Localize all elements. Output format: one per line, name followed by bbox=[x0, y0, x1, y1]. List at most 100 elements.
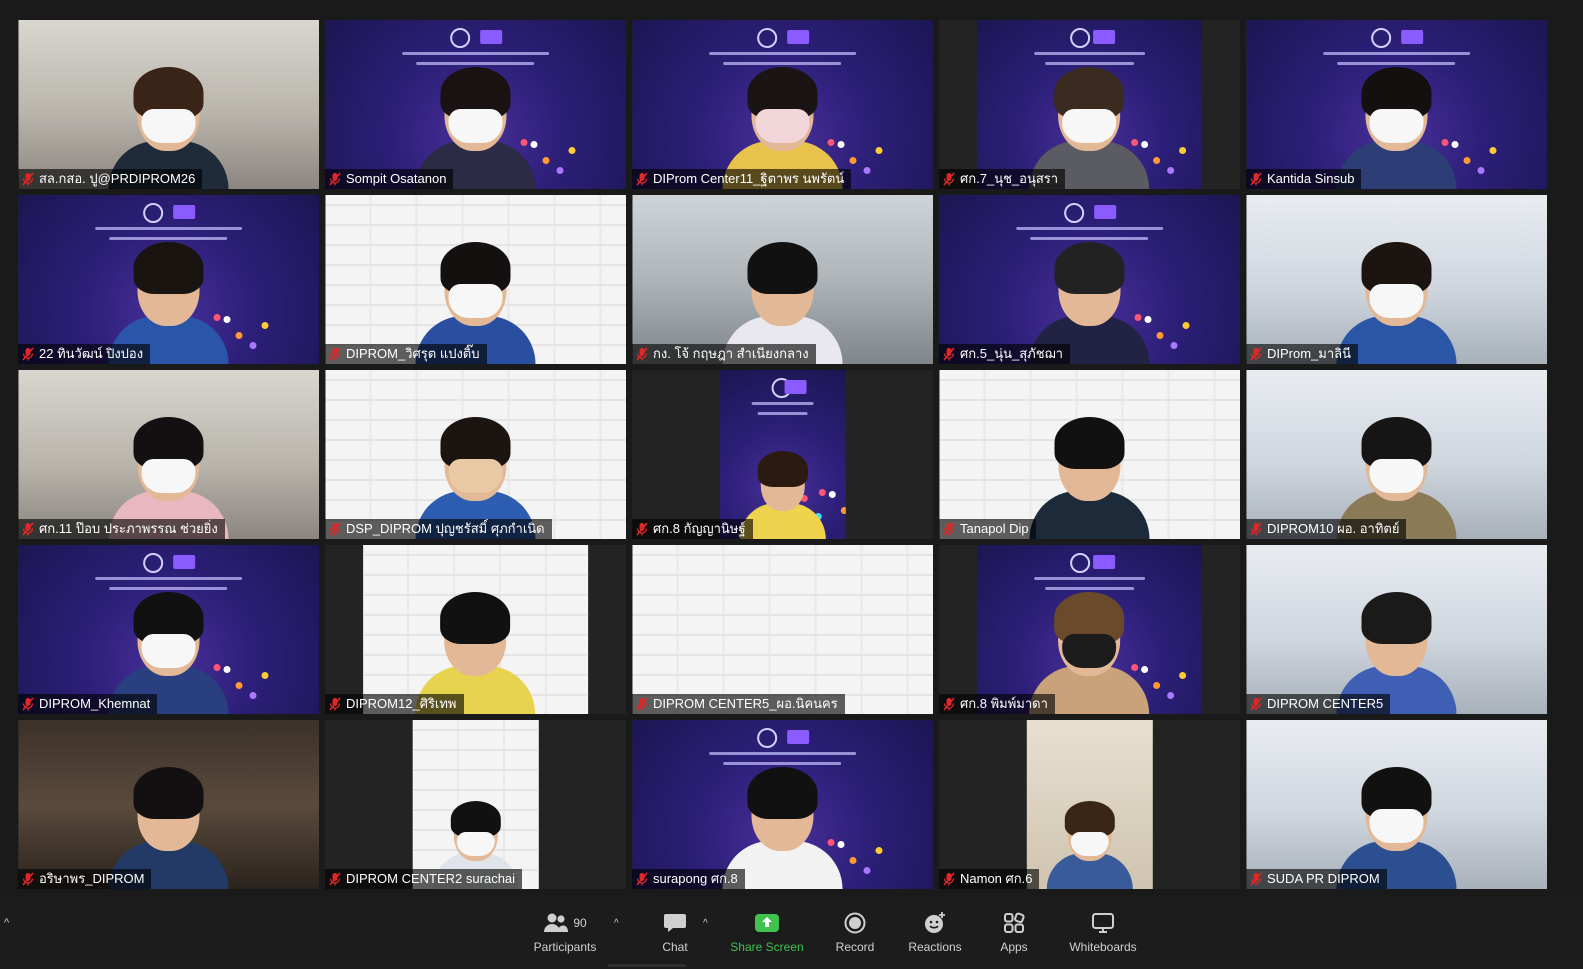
participant-nameplate: Tanapol Dip bbox=[939, 519, 1036, 539]
video-feed bbox=[976, 545, 1203, 714]
participant-video-tile[interactable]: DIPROM CENTER5 bbox=[1246, 545, 1547, 714]
participant-name: DIPROM12_ศิริเทพ bbox=[346, 696, 457, 711]
video-feed bbox=[632, 720, 933, 889]
participant-video-tile[interactable]: DIPROM_Khemnat bbox=[18, 545, 319, 714]
participant-nameplate: สล.กสอ. ปู@PRDIPROM26 bbox=[18, 169, 203, 189]
participant-name: DIPROM CENTER2 surachai bbox=[346, 871, 516, 886]
participant-nameplate: DIPROM12_ศิริเทพ bbox=[325, 694, 464, 714]
participant-video-tile[interactable]: DIProm Center11_ฐิตาพร นพรัตน์ bbox=[632, 20, 933, 189]
participant-nameplate: surapong ศก.8 bbox=[632, 869, 745, 889]
video-feed bbox=[719, 370, 846, 539]
participant-name: Namon ศก.6 bbox=[960, 871, 1033, 886]
participant-name: Sompit Osatanon bbox=[346, 171, 447, 186]
participant-video-tile[interactable]: ศก.8 พิมพ์มาดา bbox=[939, 545, 1240, 714]
participants-label: Participants bbox=[533, 940, 597, 954]
participant-name: 22 ทินวัฒน์ ปิงปอง bbox=[39, 346, 144, 361]
whiteboards-button[interactable]: Whiteboards bbox=[1058, 910, 1148, 954]
participant-name: DIPROM10 ผอ. อาทิตย์ bbox=[1267, 521, 1400, 536]
video-feed bbox=[325, 370, 626, 539]
participant-video-tile[interactable]: ศก.5_นุ่น_สุภัชฌา bbox=[939, 195, 1240, 364]
participant-nameplate: ศก.7_นุช_อนุสรา bbox=[939, 169, 1066, 189]
video-feed bbox=[1246, 370, 1547, 539]
share-screen-button[interactable]: Share Screen bbox=[722, 910, 812, 954]
mic-off-icon bbox=[1250, 522, 1262, 536]
video-feed bbox=[412, 720, 539, 889]
participant-video-tile[interactable]: 22 ทินวัฒน์ ปิงปอง bbox=[18, 195, 319, 364]
participant-video-tile[interactable]: DIPROM_วิศรุต แปงติ๊บ bbox=[325, 195, 626, 364]
share-screen-icon bbox=[755, 914, 779, 932]
mic-off-icon bbox=[943, 522, 955, 536]
participant-video-tile[interactable]: surapong ศก.8 bbox=[632, 720, 933, 889]
video-feed bbox=[325, 20, 626, 189]
mic-off-icon bbox=[636, 347, 648, 361]
mic-off-icon bbox=[329, 697, 341, 711]
record-button[interactable]: Record bbox=[810, 910, 900, 954]
video-gallery-grid: สล.กสอ. ปู@PRDIPROM26 Sompit Osatanon DIPr… bbox=[18, 20, 1548, 892]
mic-off-icon bbox=[22, 347, 34, 361]
mic-off-icon bbox=[943, 347, 955, 361]
mic-off-icon bbox=[22, 872, 34, 886]
mic-off-icon bbox=[329, 522, 341, 536]
participant-video-tile[interactable]: ศก.8 กัญญานิษฐ์ bbox=[632, 370, 933, 539]
participant-nameplate: DIPROM CENTER5 bbox=[1246, 694, 1391, 714]
participant-video-tile[interactable]: DIPROM12_ศิริเทพ bbox=[325, 545, 626, 714]
mic-off-icon bbox=[22, 522, 34, 536]
participant-nameplate: 22 ทินวัฒน์ ปิงปอง bbox=[18, 344, 151, 364]
participant-name: surapong ศก.8 bbox=[653, 871, 738, 886]
participant-video-tile[interactable]: อริษาพร_DIPROM bbox=[18, 720, 319, 889]
chat-chevron-up-icon[interactable]: ^ bbox=[703, 918, 708, 929]
participant-name: Tanapol Dip bbox=[960, 521, 1029, 536]
mic-off-icon bbox=[636, 522, 648, 536]
participant-video-tile[interactable]: DIProm_มาลินี bbox=[1246, 195, 1547, 364]
participant-name: ศก.5_นุ่น_สุภัชฌา bbox=[960, 346, 1063, 361]
participant-nameplate: DIPROM_วิศรุต แปงติ๊บ bbox=[325, 344, 487, 364]
participant-nameplate: DIProm_มาลินี bbox=[1246, 344, 1359, 364]
participant-video-tile[interactable]: ศก.7_นุช_อนุสรา bbox=[939, 20, 1240, 189]
participant-video-tile[interactable]: DIPROM CENTER2 surachai bbox=[325, 720, 626, 889]
audio-options-chevron-icon[interactable]: ^ bbox=[4, 917, 9, 929]
participant-video-tile[interactable]: สล.กสอ. ปู@PRDIPROM26 bbox=[18, 20, 319, 189]
participant-video-tile[interactable]: ศก.11 ป๊อบ ประภาพรรณ ช่วยยิ่ง bbox=[18, 370, 319, 539]
participant-video-tile[interactable]: DIPROM CENTER5_ผอ.นิคนคร bbox=[632, 545, 933, 714]
apps-button[interactable]: Apps bbox=[969, 910, 1059, 954]
chat-button[interactable]: Chat bbox=[630, 910, 720, 954]
participant-nameplate: ศก.5_นุ่น_สุภัชฌา bbox=[939, 344, 1070, 364]
video-feed bbox=[1246, 20, 1547, 189]
mic-off-icon bbox=[943, 872, 955, 886]
mic-off-icon bbox=[1250, 172, 1262, 186]
mic-off-icon bbox=[22, 697, 34, 711]
participant-video-tile[interactable]: กง. โจ้ กฤษฎา สำเนียงกลาง bbox=[632, 195, 933, 364]
participant-nameplate: Namon ศก.6 bbox=[939, 869, 1040, 889]
mic-off-icon bbox=[329, 872, 341, 886]
mic-off-icon bbox=[1250, 872, 1262, 886]
participant-name: DIPROM CENTER5 bbox=[1267, 696, 1384, 711]
participants-button[interactable]: 90 Participants bbox=[520, 910, 610, 954]
participant-name: DIProm_มาลินี bbox=[1267, 346, 1352, 361]
participant-name: DIProm Center11_ฐิตาพร นพรัตน์ bbox=[653, 171, 845, 186]
participant-video-tile[interactable]: Sompit Osatanon bbox=[325, 20, 626, 189]
participants-icon bbox=[544, 913, 569, 932]
video-feed bbox=[18, 195, 319, 364]
participant-name: กง. โจ้ กฤษฎา สำเนียงกลาง bbox=[653, 346, 809, 361]
participant-video-tile[interactable]: DIPROM10 ผอ. อาทิตย์ bbox=[1246, 370, 1547, 539]
participant-video-tile[interactable]: Tanapol Dip bbox=[939, 370, 1240, 539]
participant-name: DIPROM_Khemnat bbox=[39, 696, 151, 711]
video-feed bbox=[632, 195, 933, 364]
participants-chevron-up-icon[interactable]: ^ bbox=[614, 918, 619, 929]
video-feed bbox=[18, 20, 319, 189]
participant-name: ศก.7_นุช_อนุสรา bbox=[960, 171, 1059, 186]
participant-video-tile[interactable]: Namon ศก.6 bbox=[939, 720, 1240, 889]
participant-name: อริษาพร_DIPROM bbox=[39, 871, 145, 886]
participant-nameplate: ศก.11 ป๊อบ ประภาพรรณ ช่วยยิ่ง bbox=[18, 519, 225, 539]
participant-video-tile[interactable]: SUDA PR DIPROM bbox=[1246, 720, 1547, 889]
reactions-button[interactable]: Reactions bbox=[890, 910, 980, 954]
participant-nameplate: กง. โจ้ กฤษฎา สำเนียงกลาง bbox=[632, 344, 816, 364]
chat-icon bbox=[664, 914, 686, 932]
reactions-icon bbox=[925, 912, 945, 933]
participant-video-tile[interactable]: DSP_DIPROM ปุญชรัสมิ์ ศุภกำเนิด bbox=[325, 370, 626, 539]
participant-nameplate: DIPROM_Khemnat bbox=[18, 694, 158, 714]
video-feed bbox=[632, 20, 933, 189]
participant-name: DIPROM_วิศรุต แปงติ๊บ bbox=[346, 346, 480, 361]
video-feed bbox=[325, 195, 626, 364]
participant-video-tile[interactable]: Kantida Sinsub bbox=[1246, 20, 1547, 189]
